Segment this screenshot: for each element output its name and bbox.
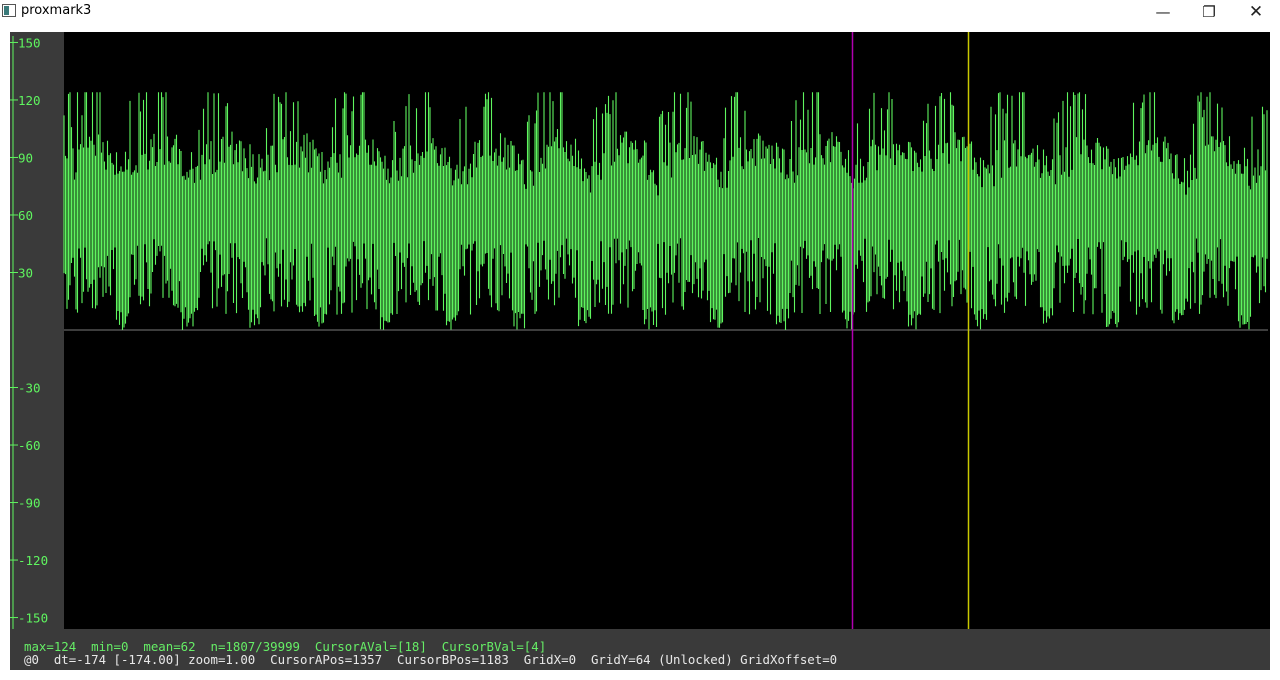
y-tick-label: -30 bbox=[18, 381, 41, 396]
signal-waveform bbox=[63, 92, 1268, 330]
y-tick-label: 90 bbox=[18, 150, 33, 165]
signal-plot[interactable]: 150 120 90 60 30 -30 -60 -90 -120 -150 bbox=[10, 32, 1270, 629]
status-bar: max=124 min=0 mean=62 n=1807/39999 Curso… bbox=[10, 629, 1270, 670]
y-tick-label: 30 bbox=[18, 265, 33, 280]
status-cursor-line: @0 dt=-174 [-174.00] zoom=1.00 CursorAPo… bbox=[24, 652, 838, 667]
close-icon: ✕ bbox=[1248, 2, 1264, 22]
title-bar: proxmark3 — ❐ ✕ bbox=[0, 0, 1280, 24]
restore-button[interactable]: ❐ bbox=[1186, 0, 1232, 24]
y-tick-label: -120 bbox=[18, 553, 48, 568]
y-tick-label: 60 bbox=[18, 208, 33, 223]
app-icon bbox=[2, 4, 16, 17]
y-tick-label: -90 bbox=[18, 496, 41, 511]
restore-icon: ❐ bbox=[1202, 3, 1216, 21]
y-tick-label: -60 bbox=[18, 438, 41, 453]
minimize-icon: — bbox=[1155, 3, 1171, 21]
y-tick-label: 120 bbox=[18, 93, 41, 108]
minimize-button[interactable]: — bbox=[1140, 0, 1186, 24]
y-tick-label: 150 bbox=[18, 35, 41, 50]
plot-window[interactable]: 150 120 90 60 30 -30 -60 -90 -120 -150 max=124 mi… bbox=[10, 32, 1270, 670]
window-title: proxmark3 bbox=[21, 3, 92, 18]
close-button[interactable]: ✕ bbox=[1233, 0, 1279, 24]
y-tick-label: -150 bbox=[18, 611, 48, 626]
